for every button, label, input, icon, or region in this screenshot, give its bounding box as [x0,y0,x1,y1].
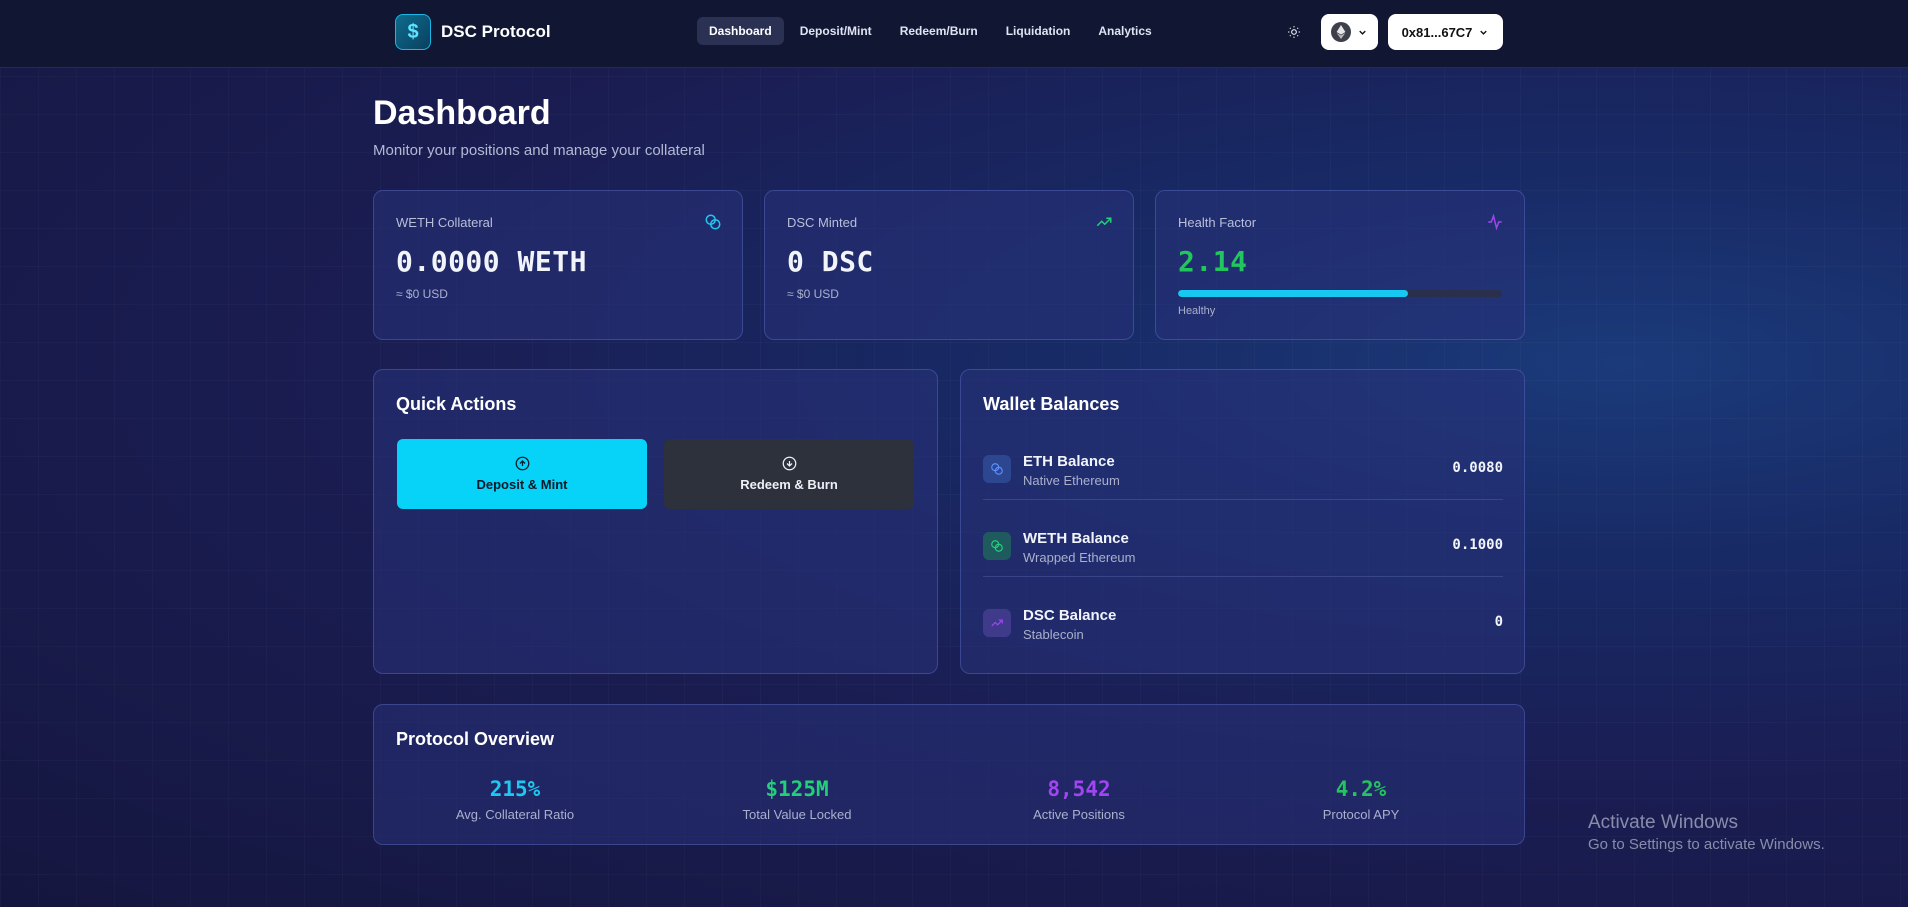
page-title: Dashboard [373,94,551,132]
health-factor-bar-fill [1178,290,1409,297]
stat-value: 0 DSC [787,245,874,278]
stat-usd-value: ≈ $0 USD [787,287,839,301]
overview-value: 215% [489,777,541,801]
stat-label: DSC Minted [787,215,858,230]
balance-row-weth: WETH Balance Wrapped Ethereum 0.1000 [983,515,1503,577]
dollar-icon: $ [395,14,431,50]
nav-analytics[interactable]: Analytics [1086,17,1163,45]
balance-desc: Native Ethereum [1023,473,1120,488]
balance-value: 0.1000 [1452,537,1503,553]
balance-name: WETH Balance [1023,530,1129,547]
trending-up-icon [1096,217,1112,227]
section-title: Protocol Overview [396,729,555,749]
button-label: Deposit & Mint [476,477,568,492]
page-subtitle: Monitor your positions and manage your c… [373,142,705,159]
overview-label: Avg. Collateral Ratio [455,807,575,822]
wallet-address-button[interactable]: 0x81...67C7 [1388,14,1503,50]
overview-value: $125M [765,777,829,801]
coins-icon [705,214,721,230]
stat-usd-value: ≈ $0 USD [396,287,448,301]
chevron-down-icon [1480,30,1488,35]
coins-icon [983,532,1011,560]
balance-row-dsc: DSC Balance Stablecoin 0 [983,592,1503,654]
wallet-address: 0x81...67C7 [1401,24,1473,40]
health-factor-card: Health Factor 2.14 Healthy [1155,190,1525,340]
stat-label: WETH Collateral [396,215,493,230]
balance-row-eth: ETH Balance Native Ethereum 0.0080 [983,438,1503,500]
section-title: Quick Actions [396,394,517,414]
balance-value: 0.0080 [1452,460,1503,476]
quick-actions-card: Quick Actions Deposit & Mint Redeem & Bu… [373,369,938,674]
ethereum-icon [1331,22,1351,42]
stat-label: Health Factor [1178,215,1257,230]
health-status: Healthy [1178,305,1216,317]
stat-value: 0.0000 WETH [396,245,587,278]
button-label: Redeem & Burn [740,477,838,492]
arrow-up-circle-icon [515,456,529,471]
overview-stat-collateral-ratio: 215% Avg. Collateral Ratio [374,777,656,822]
watermark-subtitle: Go to Settings to activate Windows. [1588,836,1825,853]
balance-desc: Wrapped Ethereum [1023,550,1136,565]
watermark-title: Activate Windows [1588,812,1738,833]
brand-logo[interactable]: $ DSC Protocol [395,14,551,50]
theme-toggle-button[interactable] [1282,20,1306,44]
balance-name: ETH Balance [1023,453,1115,470]
overview-value: 8,542 [1047,777,1111,801]
trending-up-icon [983,609,1011,637]
redeem-burn-button[interactable]: Redeem & Burn [664,439,914,509]
overview-label: Active Positions [1033,807,1125,822]
overview-stat-active-positions: 8,542 Active Positions [938,777,1220,822]
balance-name: DSC Balance [1023,607,1117,624]
network-selector[interactable] [1321,14,1378,50]
overview-label: Protocol APY [1322,807,1400,822]
protocol-overview-card: Protocol Overview 215% Avg. Collateral R… [373,704,1525,845]
main-nav: Dashboard Deposit/Mint Redeem/Burn Liqui… [697,17,1164,45]
arrow-down-circle-icon [782,456,796,471]
wallet-balances-card: Wallet Balances ETH Balance Native Ether… [960,369,1525,674]
windows-activation-watermark: Activate Windows Go to Settings to activ… [1588,812,1825,853]
top-navbar: $ DSC Protocol Dashboard Deposit/Mint Re… [0,0,1908,68]
health-factor-bar [1178,290,1502,297]
nav-redeem-burn[interactable]: Redeem/Burn [888,17,990,45]
dsc-minted-card: DSC Minted 0 DSC ≈ $0 USD [764,190,1134,340]
section-title: Wallet Balances [983,394,1120,414]
nav-dashboard[interactable]: Dashboard [697,17,784,45]
overview-stat-apy: 4.2% Protocol APY [1220,777,1502,822]
nav-liquidation[interactable]: Liquidation [994,17,1083,45]
weth-collateral-card: WETH Collateral 0.0000 WETH ≈ $0 USD [373,190,743,340]
overview-stat-tvl: $125M Total Value Locked [656,777,938,822]
balance-value: 0 [1494,614,1503,630]
activity-icon [1488,213,1502,231]
chevron-down-icon [1359,30,1366,35]
health-factor-value: 2.14 [1178,245,1248,278]
deposit-mint-button[interactable]: Deposit & Mint [397,439,647,509]
overview-label: Total Value Locked [742,807,852,822]
overview-value: 4.2% [1335,777,1387,801]
nav-deposit-mint[interactable]: Deposit/Mint [788,17,884,45]
sun-icon [1288,26,1300,38]
coins-icon [983,455,1011,483]
brand-name: DSC Protocol [441,22,551,41]
balance-desc: Stablecoin [1023,627,1084,642]
